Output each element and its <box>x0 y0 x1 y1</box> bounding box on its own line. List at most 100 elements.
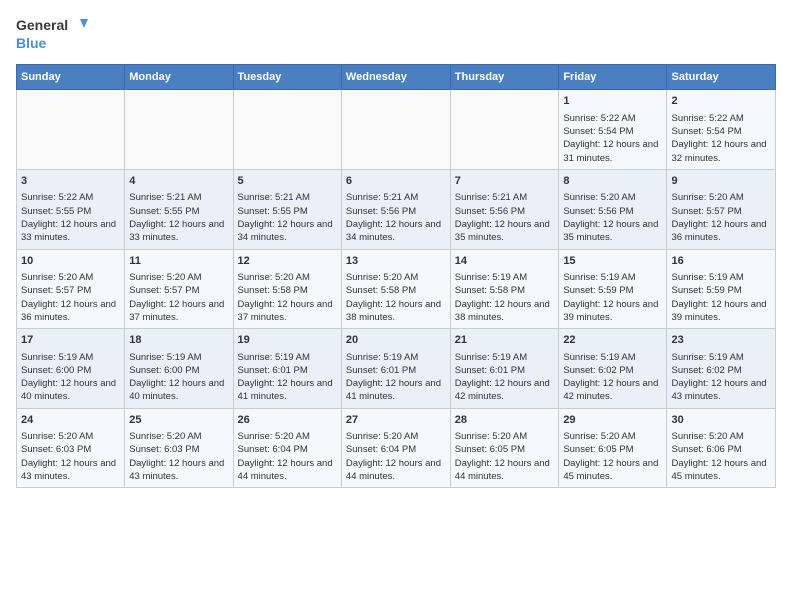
day-number: 11 <box>129 254 228 269</box>
calendar-cell: 7Sunrise: 5:21 AMSunset: 5:56 PMDaylight… <box>450 169 559 249</box>
sunrise-text: Sunrise: 5:20 AM <box>21 431 93 442</box>
calendar-cell: 6Sunrise: 5:21 AMSunset: 5:56 PMDaylight… <box>341 169 450 249</box>
calendar-cell: 28Sunrise: 5:20 AMSunset: 6:05 PMDayligh… <box>450 408 559 488</box>
calendar-cell: 18Sunrise: 5:19 AMSunset: 6:00 PMDayligh… <box>125 329 233 409</box>
sunset-text: Sunset: 5:56 PM <box>455 206 525 217</box>
daylight-text-2: 44 minutes. <box>346 471 395 482</box>
day-number: 27 <box>346 413 446 428</box>
sunset-text: Sunset: 6:05 PM <box>455 444 525 455</box>
daylight-text: Daylight: 12 hours and <box>238 299 333 310</box>
sunrise-text: Sunrise: 5:20 AM <box>129 272 201 283</box>
calendar-cell: 23Sunrise: 5:19 AMSunset: 6:02 PMDayligh… <box>667 329 776 409</box>
sunrise-text: Sunrise: 5:21 AM <box>238 192 310 203</box>
day-number: 30 <box>671 413 771 428</box>
sunset-text: Sunset: 5:54 PM <box>563 126 633 137</box>
calendar-cell <box>17 90 125 170</box>
sunrise-text: Sunrise: 5:19 AM <box>455 272 527 283</box>
day-number: 8 <box>563 174 662 189</box>
calendar-week-4: 17Sunrise: 5:19 AMSunset: 6:00 PMDayligh… <box>17 329 776 409</box>
daylight-text: Daylight: 12 hours and <box>671 219 766 230</box>
logo: General Blue <box>16 16 88 52</box>
calendar-cell: 5Sunrise: 5:21 AMSunset: 5:55 PMDaylight… <box>233 169 341 249</box>
weekday-header-friday: Friday <box>559 65 667 90</box>
sunset-text: Sunset: 5:59 PM <box>563 285 633 296</box>
sunrise-text: Sunrise: 5:19 AM <box>563 352 635 363</box>
daylight-text: Daylight: 12 hours and <box>346 378 441 389</box>
daylight-text-2: 41 minutes. <box>346 391 395 402</box>
sunset-text: Sunset: 5:56 PM <box>346 206 416 217</box>
day-number: 28 <box>455 413 555 428</box>
calendar-cell: 19Sunrise: 5:19 AMSunset: 6:01 PMDayligh… <box>233 329 341 409</box>
day-number: 18 <box>129 333 228 348</box>
calendar-cell: 17Sunrise: 5:19 AMSunset: 6:00 PMDayligh… <box>17 329 125 409</box>
calendar-cell: 14Sunrise: 5:19 AMSunset: 5:58 PMDayligh… <box>450 249 559 329</box>
sunrise-text: Sunrise: 5:20 AM <box>346 431 418 442</box>
sunrise-text: Sunrise: 5:19 AM <box>563 272 635 283</box>
daylight-text: Daylight: 12 hours and <box>563 299 658 310</box>
sunrise-text: Sunrise: 5:20 AM <box>563 192 635 203</box>
day-number: 21 <box>455 333 555 348</box>
sunrise-text: Sunrise: 5:19 AM <box>129 352 201 363</box>
day-number: 3 <box>21 174 120 189</box>
calendar-cell: 22Sunrise: 5:19 AMSunset: 6:02 PMDayligh… <box>559 329 667 409</box>
daylight-text: Daylight: 12 hours and <box>563 219 658 230</box>
calendar-week-2: 3Sunrise: 5:22 AMSunset: 5:55 PMDaylight… <box>17 169 776 249</box>
calendar-week-5: 24Sunrise: 5:20 AMSunset: 6:03 PMDayligh… <box>17 408 776 488</box>
daylight-text-2: 35 minutes. <box>563 232 612 243</box>
daylight-text-2: 45 minutes. <box>671 471 720 482</box>
daylight-text-2: 42 minutes. <box>455 391 504 402</box>
day-number: 10 <box>21 254 120 269</box>
daylight-text-2: 44 minutes. <box>238 471 287 482</box>
daylight-text-2: 36 minutes. <box>21 312 70 323</box>
weekday-header-tuesday: Tuesday <box>233 65 341 90</box>
daylight-text-2: 43 minutes. <box>671 391 720 402</box>
daylight-text-2: 40 minutes. <box>129 391 178 402</box>
daylight-text-2: 36 minutes. <box>671 232 720 243</box>
daylight-text-2: 43 minutes. <box>21 471 70 482</box>
sunrise-text: Sunrise: 5:21 AM <box>455 192 527 203</box>
sunrise-text: Sunrise: 5:20 AM <box>129 431 201 442</box>
daylight-text-2: 38 minutes. <box>455 312 504 323</box>
logo-bird-icon <box>70 18 88 32</box>
calendar-cell: 30Sunrise: 5:20 AMSunset: 6:06 PMDayligh… <box>667 408 776 488</box>
sunset-text: Sunset: 5:57 PM <box>129 285 199 296</box>
daylight-text-2: 33 minutes. <box>21 232 70 243</box>
sunset-text: Sunset: 5:57 PM <box>21 285 91 296</box>
calendar-cell: 26Sunrise: 5:20 AMSunset: 6:04 PMDayligh… <box>233 408 341 488</box>
daylight-text-2: 41 minutes. <box>238 391 287 402</box>
calendar-cell <box>450 90 559 170</box>
calendar-cell: 24Sunrise: 5:20 AMSunset: 6:03 PMDayligh… <box>17 408 125 488</box>
day-number: 14 <box>455 254 555 269</box>
sunset-text: Sunset: 6:04 PM <box>346 444 416 455</box>
daylight-text: Daylight: 12 hours and <box>238 219 333 230</box>
daylight-text: Daylight: 12 hours and <box>346 458 441 469</box>
sunset-text: Sunset: 5:58 PM <box>238 285 308 296</box>
day-number: 12 <box>238 254 337 269</box>
day-number: 20 <box>346 333 446 348</box>
sunset-text: Sunset: 5:54 PM <box>671 126 741 137</box>
sunrise-text: Sunrise: 5:20 AM <box>563 431 635 442</box>
sunrise-text: Sunrise: 5:19 AM <box>346 352 418 363</box>
daylight-text-2: 42 minutes. <box>563 391 612 402</box>
calendar-cell: 29Sunrise: 5:20 AMSunset: 6:05 PMDayligh… <box>559 408 667 488</box>
calendar-cell: 9Sunrise: 5:20 AMSunset: 5:57 PMDaylight… <box>667 169 776 249</box>
daylight-text: Daylight: 12 hours and <box>21 378 116 389</box>
daylight-text: Daylight: 12 hours and <box>671 139 766 150</box>
sunset-text: Sunset: 6:04 PM <box>238 444 308 455</box>
day-number: 29 <box>563 413 662 428</box>
calendar-cell: 12Sunrise: 5:20 AMSunset: 5:58 PMDayligh… <box>233 249 341 329</box>
sunrise-text: Sunrise: 5:19 AM <box>21 352 93 363</box>
daylight-text-2: 37 minutes. <box>129 312 178 323</box>
sunset-text: Sunset: 5:55 PM <box>21 206 91 217</box>
sunset-text: Sunset: 5:55 PM <box>129 206 199 217</box>
sunset-text: Sunset: 5:57 PM <box>671 206 741 217</box>
daylight-text-2: 33 minutes. <box>129 232 178 243</box>
day-number: 16 <box>671 254 771 269</box>
logo-general: General <box>16 16 68 34</box>
day-number: 2 <box>671 94 771 109</box>
daylight-text-2: 38 minutes. <box>346 312 395 323</box>
day-number: 19 <box>238 333 337 348</box>
sunset-text: Sunset: 6:01 PM <box>238 365 308 376</box>
logo-blue: Blue <box>16 34 88 52</box>
sunrise-text: Sunrise: 5:19 AM <box>671 352 743 363</box>
